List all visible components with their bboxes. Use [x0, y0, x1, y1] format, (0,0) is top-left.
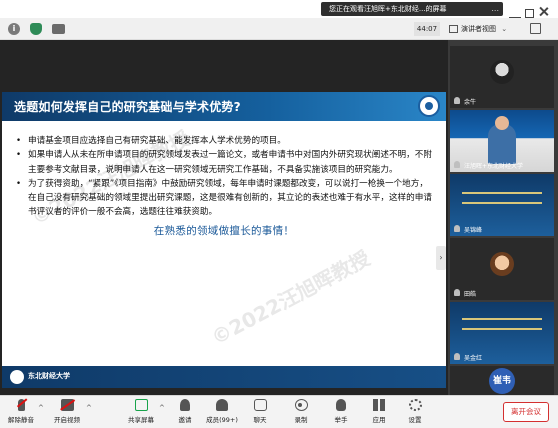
chevron-down-icon: ⌄ — [501, 25, 508, 33]
participant-tile[interactable]: 汪旭晖+东北财经大学 — [450, 110, 554, 172]
participant-name: 吴锦峰 — [454, 225, 482, 234]
footer-logo-icon — [10, 370, 24, 384]
camera-off-icon — [60, 399, 74, 411]
apps-icon — [372, 399, 386, 411]
footer-text: 东北财经大学 — [28, 372, 70, 380]
participant-name: 田皓 — [454, 289, 476, 298]
leave-meeting-button[interactable]: 离开会议 — [503, 402, 549, 422]
shared-screen-area: 选题如何发挥自己的研究基础与学术优势? ©2022汪旭晖教授 ©2022汪旭晖教… — [0, 40, 448, 395]
record-icon — [294, 399, 308, 411]
participant-tile[interactable]: 崔韦 — [450, 366, 554, 395]
share-screen-button[interactable]: 共享屏幕 — [122, 399, 160, 424]
watermark-text: ©2022汪旭晖教授 — [207, 245, 374, 350]
start-video-button[interactable]: 开启视频 — [48, 399, 86, 424]
meeting-status-bar: i 44:07 演讲者视图 ⌄ — [0, 18, 558, 40]
participant-name: 汪旭晖+东北财经大学 — [454, 161, 523, 170]
avatar — [490, 252, 514, 276]
participant-tile[interactable]: 余牛 — [450, 46, 554, 108]
info-icon[interactable]: i — [8, 23, 20, 35]
hand-icon — [336, 399, 346, 411]
mic-icon — [454, 289, 460, 296]
screen-share-banner: 您正在观看汪旭晖+东北财经...的屏幕 ... — [321, 2, 503, 16]
invite-button[interactable]: 邀请 — [166, 399, 204, 424]
slide-bullet: 申请基金项目应选择自己有研究基础、能发挥本人学术优势的项目。 — [16, 134, 432, 149]
unmute-button[interactable]: 解除静音 — [2, 399, 40, 424]
slide-header: 选题如何发挥自己的研究基础与学术优势? — [2, 92, 446, 121]
chevron-up-icon[interactable]: ^ — [38, 404, 44, 412]
grid-icon — [449, 25, 458, 33]
members-button[interactable]: 成员(99+) — [203, 399, 241, 424]
university-logo — [418, 95, 440, 117]
slide-bullet: 如果申请人从未在所申请项目的研究领域发表过一篇论文，或者申请书中对国内外研究现状… — [16, 148, 432, 177]
chevron-up-icon[interactable]: ^ — [159, 404, 165, 412]
participant-name: 吴金红 — [454, 353, 482, 362]
meeting-toolbar: 解除静音 ^ 开启视频 ^ 共享屏幕 ^ 邀请 成员(99+) 聊天 录制 举手… — [0, 395, 558, 428]
chevron-up-icon[interactable]: ^ — [86, 404, 92, 412]
participant-panel: 余牛 汪旭晖+东北财经大学 吴锦峰 田皓 吴金红 崔韦 — [448, 40, 558, 395]
avatar — [490, 60, 514, 84]
banner-text: 您正在观看汪旭晖+东北财经...的屏幕 — [329, 5, 447, 13]
shield-icon[interactable] — [30, 23, 42, 35]
mic-icon — [454, 161, 460, 168]
minimize-icon[interactable] — [509, 10, 521, 18]
fullscreen-icon[interactable] — [530, 23, 541, 34]
collapse-panel-handle[interactable]: › — [436, 246, 446, 270]
chat-icon — [253, 399, 267, 411]
screen-icon[interactable] — [52, 24, 65, 34]
slide-footer: 东北财经大学 — [2, 366, 446, 388]
invite-icon — [180, 399, 190, 411]
slide-body: 申请基金项目应选择自己有研究基础、能发挥本人学术优势的项目。 如果申请人从未在所… — [16, 134, 432, 238]
chat-button[interactable]: 聊天 — [241, 399, 279, 424]
close-icon[interactable] — [538, 6, 550, 18]
participant-tile[interactable]: 吴锦峰 — [450, 174, 554, 236]
participant-name: 余牛 — [454, 97, 476, 106]
microphone-muted-icon — [17, 399, 25, 411]
share-screen-icon — [134, 399, 148, 411]
record-button[interactable]: 录制 — [282, 399, 320, 424]
speaker-view-button[interactable]: 演讲者视图 ⌄ — [447, 21, 507, 37]
slide-highlight: 在熟悉的领域做擅长的事情！ — [153, 224, 295, 237]
meeting-timer: 44:07 — [414, 22, 440, 36]
raise-hand-button[interactable]: 举手 — [322, 399, 360, 424]
slide-title: 选题如何发挥自己的研究基础与学术优势? — [14, 100, 241, 114]
slide-bullet: 为了获得资助，“紧跟”《项目指南》中鼓励研究领域，每年申请时课题都改变，可以说打… — [16, 177, 432, 220]
presenter-figure — [488, 116, 516, 164]
members-icon — [216, 399, 228, 411]
name-badge: 崔韦 — [489, 368, 515, 394]
settings-button[interactable]: 设置 — [396, 399, 434, 424]
participant-tile[interactable]: 吴金红 — [450, 302, 554, 364]
apps-button[interactable]: 应用 — [360, 399, 398, 424]
mic-icon — [454, 97, 460, 104]
mic-icon — [454, 225, 460, 232]
maximize-icon[interactable] — [525, 9, 534, 18]
banner-more-icon[interactable]: ... — [491, 2, 499, 16]
mic-icon — [454, 353, 460, 360]
presentation-slide: 选题如何发挥自己的研究基础与学术优势? ©2022汪旭晖教授 ©2022汪旭晖教… — [2, 92, 446, 388]
gear-icon — [408, 399, 422, 411]
participant-tile[interactable]: 田皓 — [450, 238, 554, 300]
window-controls — [509, 3, 554, 18]
view-label: 演讲者视图 — [461, 25, 496, 33]
